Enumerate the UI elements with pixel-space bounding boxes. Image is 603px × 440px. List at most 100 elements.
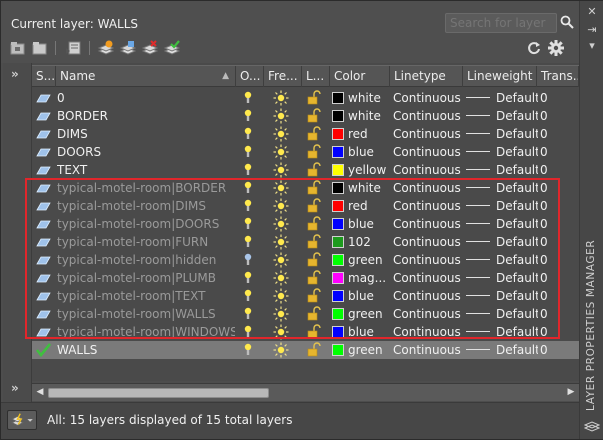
invert-filter-dropdown-button[interactable]	[7, 410, 37, 430]
sun-icon[interactable]	[268, 251, 298, 269]
layer-lineweight[interactable]: Default	[466, 107, 538, 125]
sun-icon[interactable]	[268, 323, 298, 341]
padlock-open-icon[interactable]	[304, 161, 326, 179]
layer-row[interactable]: typical-motel-room|DIMS red Continuous Defa…	[32, 197, 579, 215]
sun-icon[interactable]	[268, 233, 298, 251]
sun-icon[interactable]	[268, 107, 298, 125]
sun-icon[interactable]	[268, 89, 298, 107]
column-header-transparency[interactable]: Trans...	[537, 66, 579, 87]
lightbulb-icon[interactable]	[240, 89, 262, 107]
layer-row[interactable]: typical-motel-room|WALLS green Continuous D…	[32, 305, 579, 323]
padlock-open-icon[interactable]	[304, 287, 326, 305]
layer-lineweight[interactable]: Default	[466, 323, 538, 341]
layer-linetype[interactable]: Continuous	[393, 269, 464, 287]
layer-color[interactable]: white	[332, 89, 390, 107]
layer-transparency[interactable]: 0	[540, 89, 570, 107]
lightbulb-icon[interactable]	[240, 197, 262, 215]
layer-name[interactable]: typical-motel-room|FURN	[57, 233, 235, 251]
layer-linetype[interactable]: Continuous	[393, 107, 464, 125]
layer-transparency[interactable]: 0	[540, 125, 570, 143]
padlock-open-icon[interactable]	[304, 215, 326, 233]
lightbulb-icon[interactable]	[240, 143, 262, 161]
layer-row[interactable]: typical-motel-room|FURN 102 Continuous Defa…	[32, 233, 579, 251]
padlock-open-icon[interactable]	[304, 269, 326, 287]
properties-menu-icon[interactable]: ▾	[584, 39, 600, 53]
padlock-open-icon[interactable]	[304, 143, 326, 161]
layer-row[interactable]: typical-motel-room|DOORS blue Continuous De…	[32, 215, 579, 233]
layer-transparency[interactable]: 0	[540, 269, 570, 287]
layer-states-manager-icon[interactable]	[65, 39, 83, 57]
new-property-filter-icon[interactable]	[9, 39, 27, 57]
lightbulb-icon[interactable]	[240, 323, 262, 341]
sun-icon[interactable]	[268, 161, 298, 179]
layer-row[interactable]: typical-motel-room|TEXT blue Continuous Def…	[32, 287, 579, 305]
layer-linetype[interactable]: Continuous	[393, 305, 464, 323]
layer-lineweight[interactable]: Default	[466, 305, 538, 323]
layer-color[interactable]: green	[332, 341, 390, 359]
layer-linetype[interactable]: Continuous	[393, 233, 464, 251]
layer-name[interactable]: WALLS	[57, 341, 235, 359]
layer-color[interactable]: mag...	[332, 269, 390, 287]
layer-transparency[interactable]: 0	[540, 323, 570, 341]
layer-linetype[interactable]: Continuous	[393, 287, 464, 305]
layer-row[interactable]: typical-motel-room|WINDOWS blue Continuous…	[32, 323, 579, 341]
padlock-open-icon[interactable]	[304, 125, 326, 143]
column-header-on[interactable]: O...	[236, 66, 264, 87]
lightbulb-icon[interactable]	[240, 179, 262, 197]
layer-lineweight[interactable]: Default	[466, 89, 538, 107]
layer-row[interactable]: DIMS red Continuous Default 0	[32, 125, 579, 143]
layer-name[interactable]: DOORS	[57, 143, 235, 161]
layer-transparency[interactable]: 0	[540, 143, 570, 161]
padlock-open-icon[interactable]	[304, 251, 326, 269]
padlock-open-icon[interactable]	[304, 89, 326, 107]
settings-gear-icon[interactable]	[547, 39, 565, 57]
refresh-icon[interactable]	[525, 39, 543, 57]
layer-name[interactable]: TEXT	[57, 161, 235, 179]
layer-color[interactable]: blue	[332, 215, 390, 233]
delete-layer-icon[interactable]	[141, 39, 159, 57]
layer-lineweight[interactable]: Default	[466, 179, 538, 197]
lightbulb-icon[interactable]	[240, 125, 262, 143]
column-header-lineweight[interactable]: Lineweight	[463, 66, 537, 87]
layer-lineweight[interactable]: Default	[466, 287, 538, 305]
layer-lineweight[interactable]: Default	[466, 341, 538, 359]
lightbulb-icon[interactable]	[240, 269, 262, 287]
padlock-open-icon[interactable]	[304, 341, 326, 359]
lightbulb-icon[interactable]	[240, 341, 262, 359]
layer-color[interactable]: white	[332, 179, 390, 197]
column-header-lock[interactable]: L...	[302, 66, 330, 87]
layer-color[interactable]: blue	[332, 143, 390, 161]
padlock-open-icon[interactable]	[304, 107, 326, 125]
sun-icon[interactable]	[268, 305, 298, 323]
padlock-open-icon[interactable]	[304, 305, 326, 323]
layer-row[interactable]: typical-motel-room|hidden green Continuous…	[32, 251, 579, 269]
search-icon[interactable]	[559, 14, 575, 30]
lightbulb-icon[interactable]	[240, 251, 262, 269]
layer-color[interactable]: green	[332, 305, 390, 323]
layer-transparency[interactable]: 0	[540, 179, 570, 197]
layer-name[interactable]: typical-motel-room|BORDER	[57, 179, 235, 197]
layer-transparency[interactable]: 0	[540, 197, 570, 215]
padlock-open-icon[interactable]	[304, 233, 326, 251]
layer-row[interactable]: WALLS green Continuous Default 0	[32, 341, 579, 359]
layer-name[interactable]: DIMS	[57, 125, 235, 143]
layer-name[interactable]: typical-motel-room|TEXT	[57, 287, 235, 305]
layer-lineweight[interactable]: Default	[466, 269, 538, 287]
layer-lineweight[interactable]: Default	[466, 143, 538, 161]
layer-name[interactable]: typical-motel-room|WINDOWS	[57, 323, 235, 341]
layer-row[interactable]: TEXT yellow Continuous Default 0	[32, 161, 579, 179]
padlock-open-icon[interactable]	[304, 179, 326, 197]
layer-name[interactable]: typical-motel-room|hidden	[57, 251, 235, 269]
layer-color[interactable]: blue	[332, 287, 390, 305]
horizontal-scrollbar[interactable]: ◀ ▶	[32, 383, 579, 401]
layer-lineweight[interactable]: Default	[466, 233, 538, 251]
lightbulb-icon[interactable]	[240, 107, 262, 125]
layer-linetype[interactable]: Continuous	[393, 215, 464, 233]
layer-linetype[interactable]: Continuous	[393, 251, 464, 269]
layer-lineweight[interactable]: Default	[466, 197, 538, 215]
layer-linetype[interactable]: Continuous	[393, 125, 464, 143]
layer-linetype[interactable]: Continuous	[393, 161, 464, 179]
layer-transparency[interactable]: 0	[540, 215, 570, 233]
layer-color[interactable]: blue	[332, 323, 390, 341]
new-layer-icon[interactable]	[97, 39, 115, 57]
